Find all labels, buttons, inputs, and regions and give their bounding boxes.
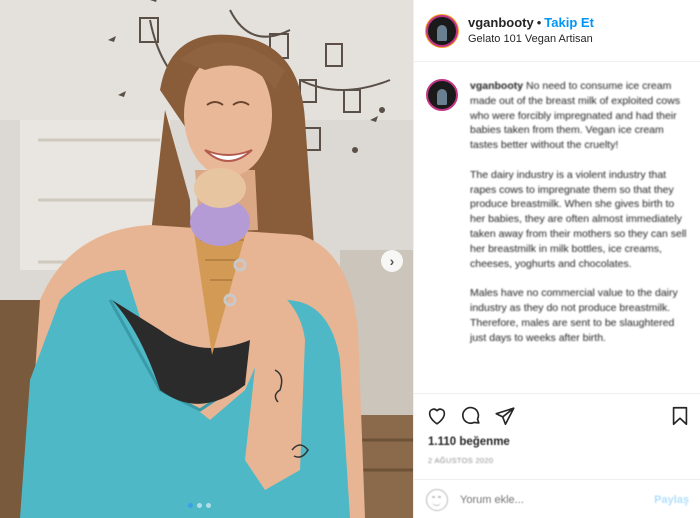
carousel-dot [206,503,211,508]
caption-paragraph: The dairy industry is a violent industry… [470,168,687,270]
carousel-dot [188,503,193,508]
comment-input[interactable] [460,493,630,506]
carousel-next-button[interactable]: › [381,250,403,272]
comment-icon[interactable] [460,405,482,427]
photo-illustration [0,0,413,518]
separator-dot: • [536,14,542,30]
comment-bar: Paylaş [414,479,700,518]
likes-count[interactable]: 1.110 beğenme [414,430,700,448]
caption-area: vganbooty No need to consume ice cream m… [414,63,700,393]
post-header: vganbooty • Takip Et Gelato 101 Vegan Arti… [414,0,700,62]
share-icon[interactable] [494,405,516,427]
bookmark-icon[interactable] [669,405,691,427]
location-link[interactable]: Gelato 101 Vegan Artisan [468,31,594,47]
carousel-dot [197,503,202,508]
follow-button[interactable]: Takip Et [544,15,594,30]
heart-icon[interactable] [426,405,448,427]
emoji-icon[interactable] [426,488,448,511]
post-comment-button[interactable]: Paylaş [654,494,689,506]
carousel-dots [188,503,211,508]
chevron-right-icon: › [389,253,395,269]
action-icons [414,394,700,430]
post-actions: 1.110 beğenme 2 AĞUSTOS 2020 Paylaş [414,393,700,518]
caption-paragraph: Males have no commercial value to the da… [470,287,678,344]
caption-text: vganbooty No need to consume ice cream m… [470,79,689,345]
caption-avatar[interactable] [426,79,458,111]
header-username[interactable]: vganbooty [468,15,534,30]
post-date: 2 AĞUSTOS 2020 [428,456,494,465]
caption-username[interactable]: vganbooty [470,80,523,92]
avatar[interactable] [426,14,458,47]
post-panel: vganbooty • Takip Et Gelato 101 Vegan Arti… [413,0,700,518]
post-photo[interactable]: › [0,0,413,518]
